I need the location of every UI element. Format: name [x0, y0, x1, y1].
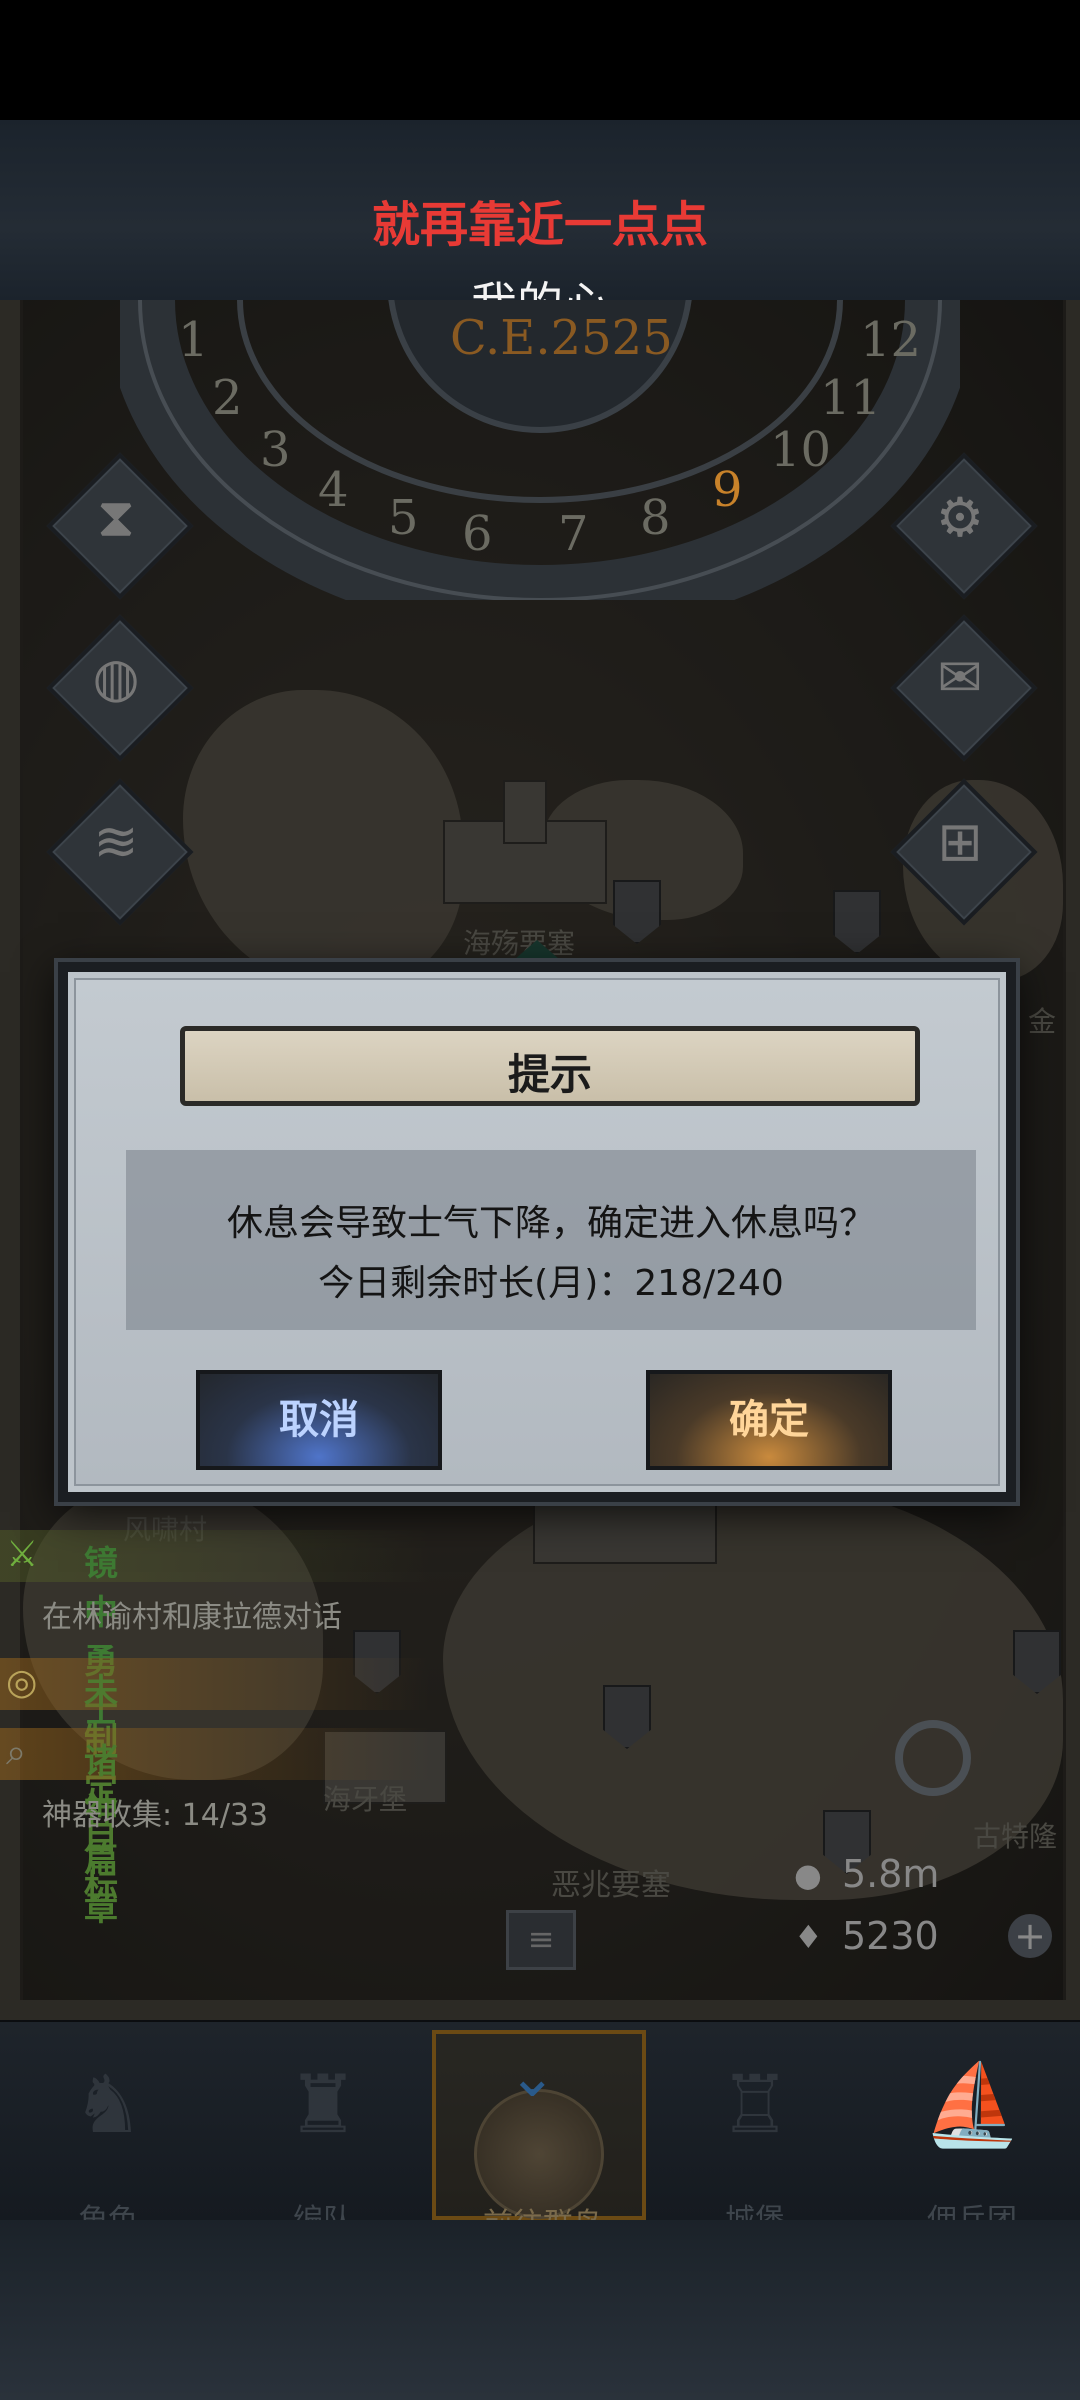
dial-number: 6 — [462, 506, 493, 562]
nav-castle[interactable]: ♖ 城堡 — [655, 2030, 855, 2238]
ship-icon: ⛵ — [922, 2058, 1022, 2151]
status-bar-area — [0, 0, 1080, 120]
dial-number: 5 — [388, 490, 419, 546]
silver-icon: ● — [794, 1856, 822, 1894]
crystal-amount: 5230 — [842, 1914, 939, 1958]
dial-number: 8 — [640, 490, 671, 546]
hourglass-icon: ⧗ — [97, 486, 135, 549]
mail-icon: ✉ — [937, 646, 983, 709]
bag-icon: ◍ — [92, 646, 140, 709]
nav-character[interactable]: ♞ 角色 — [8, 2030, 208, 2238]
dial-number: 12 — [860, 312, 922, 368]
scroll-icon: ≋ — [93, 810, 139, 873]
magnifier-icon: ⌕ — [6, 1732, 27, 1773]
helmet-icon: ♜ — [287, 2058, 359, 2151]
dialog-remaining-time: 今日剩余时长(月)：218/240 — [318, 1263, 784, 1304]
nav-mercenaries[interactable]: ⛵ 佣兵团 — [872, 2030, 1072, 2238]
dial-number: 1 — [178, 312, 209, 368]
nav-formation[interactable]: ♜ 编队 — [223, 2030, 423, 2238]
dial-number: 4 — [318, 462, 349, 518]
dialog-panel: 提示 休息会导致士气下降，确定进入休息吗？ 今日剩余时长(月)：218/240 … — [74, 978, 1000, 1486]
chevron-down-icon: ≡ — [527, 1920, 555, 1958]
gear-icon: ⚙ — [935, 486, 985, 549]
dial-number: 7 — [558, 506, 589, 562]
crystal-icon: ♦ — [794, 1918, 823, 1956]
collapse-button[interactable]: ≡ — [506, 1910, 576, 1970]
cancel-button[interactable]: 取消 — [196, 1370, 442, 1470]
quest-subtitle: 在林谕村和康拉德对话 — [42, 1600, 342, 1635]
dial-number: 3 — [260, 422, 291, 478]
dial-number: 11 — [820, 370, 882, 426]
add-resource-button[interactable]: + — [1008, 1914, 1052, 1958]
dial-number: 2 — [212, 370, 243, 426]
knight-icon: ♞ — [72, 2058, 144, 2151]
dial-number-active: 9 — [712, 462, 743, 518]
map-center-control[interactable] — [855, 1700, 985, 1810]
chapter-title: 就再靠近一点点 — [371, 197, 708, 253]
dialog-message: 休息会导致士气下降，确定进入休息吗？ — [226, 1203, 875, 1244]
target-icon: ◎ — [6, 1662, 38, 1703]
quest-subtitle: 神器收集: 14/33 — [42, 1798, 269, 1833]
crossed-swords-icon: ⚔ — [6, 1534, 39, 1575]
window-icon: ⊞ — [937, 810, 983, 873]
chevron-down-icon: ⌄ — [508, 2042, 557, 2110]
rest-confirm-dialog: 提示 休息会导致士气下降，确定进入休息吗？ 今日剩余时长(月)：218/240 … — [58, 962, 1016, 1502]
dial-number: 10 — [770, 422, 832, 478]
calendar-year: C.E.2525 — [450, 310, 673, 366]
dialog-message-box: 休息会导致士气下降，确定进入休息吗？ 今日剩余时长(月)：218/240 — [126, 1150, 976, 1330]
dialog-title-banner: 提示 — [180, 1026, 920, 1106]
gesture-bar-area — [0, 2220, 1080, 2400]
confirm-button[interactable]: 确定 — [646, 1370, 892, 1470]
nav-go-to-islands[interactable]: ⌄ 前往群岛 — [432, 2030, 646, 2242]
dialog-title: 提示 — [507, 1050, 592, 1099]
silver-amount: 5.8m — [842, 1852, 940, 1896]
plus-icon: + — [1014, 1914, 1046, 1958]
castle-icon: ♖ — [719, 2058, 791, 2151]
